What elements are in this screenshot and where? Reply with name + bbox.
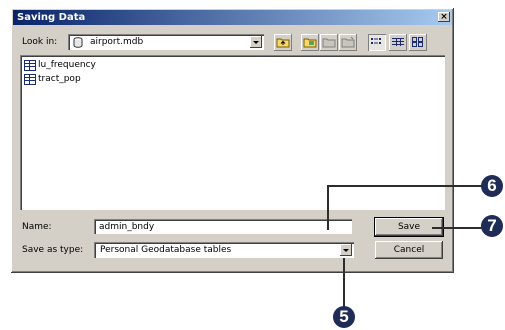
name-field-value: admin_bndy — [99, 222, 155, 232]
save-as-type-label: Save as type: — [22, 245, 84, 255]
details-view-icon — [392, 38, 404, 46]
save-as-type-dropdown-arrow[interactable] — [340, 244, 352, 256]
details-view-button[interactable] — [389, 34, 407, 51]
name-field[interactable]: admin_bndy — [94, 219, 352, 234]
callout-line-step-save — [432, 227, 484, 229]
name-label: Name: — [22, 222, 52, 232]
cancel-button[interactable]: Cancel — [375, 241, 443, 259]
file-name: lu_frequency — [38, 60, 96, 70]
look-in-label: Look in: — [22, 37, 58, 47]
save-as-type-dropdown[interactable]: Personal Geodatabase tables — [94, 242, 354, 258]
file-name: tract_pop — [38, 74, 81, 84]
disconnect-folder-button[interactable] — [320, 34, 338, 51]
disconnect-folder-icon — [322, 38, 336, 48]
new-folder-button[interactable] — [339, 34, 357, 51]
saving-data-dialog: Saving Data × Look in: airport.mdb lu_fr… — [11, 8, 454, 273]
step-callout-name: 6 — [481, 175, 503, 197]
save-as-type-value: Personal Geodatabase tables — [100, 245, 232, 255]
new-folder-icon — [341, 36, 355, 48]
thumbnails-view-button[interactable] — [409, 34, 427, 51]
close-button[interactable]: × — [438, 12, 450, 22]
dialog-title: Saving Data — [17, 12, 86, 23]
list-view-button[interactable] — [368, 34, 386, 51]
up-folder-icon — [276, 38, 290, 48]
look-in-value: airport.mdb — [90, 37, 144, 47]
list-view-icon — [371, 38, 381, 44]
callout-line-step-name-horizontal — [327, 185, 489, 187]
database-icon — [73, 37, 83, 51]
table-icon — [24, 60, 36, 71]
up-folder-button[interactable] — [274, 34, 292, 51]
table-icon — [24, 74, 36, 85]
look-in-dropdown-arrow[interactable] — [250, 36, 262, 48]
step-callout-type: 5 — [333, 306, 355, 328]
thumbnails-view-icon — [412, 37, 423, 47]
callout-line-step-type — [343, 258, 345, 312]
look-in-dropdown[interactable]: airport.mdb — [68, 34, 264, 50]
callout-line-step-name-vertical — [327, 186, 329, 230]
step-callout-save: 7 — [481, 215, 503, 237]
title-bar: Saving Data × — [13, 10, 452, 25]
connect-folder-button[interactable] — [301, 34, 319, 51]
connect-folder-icon — [303, 38, 317, 48]
